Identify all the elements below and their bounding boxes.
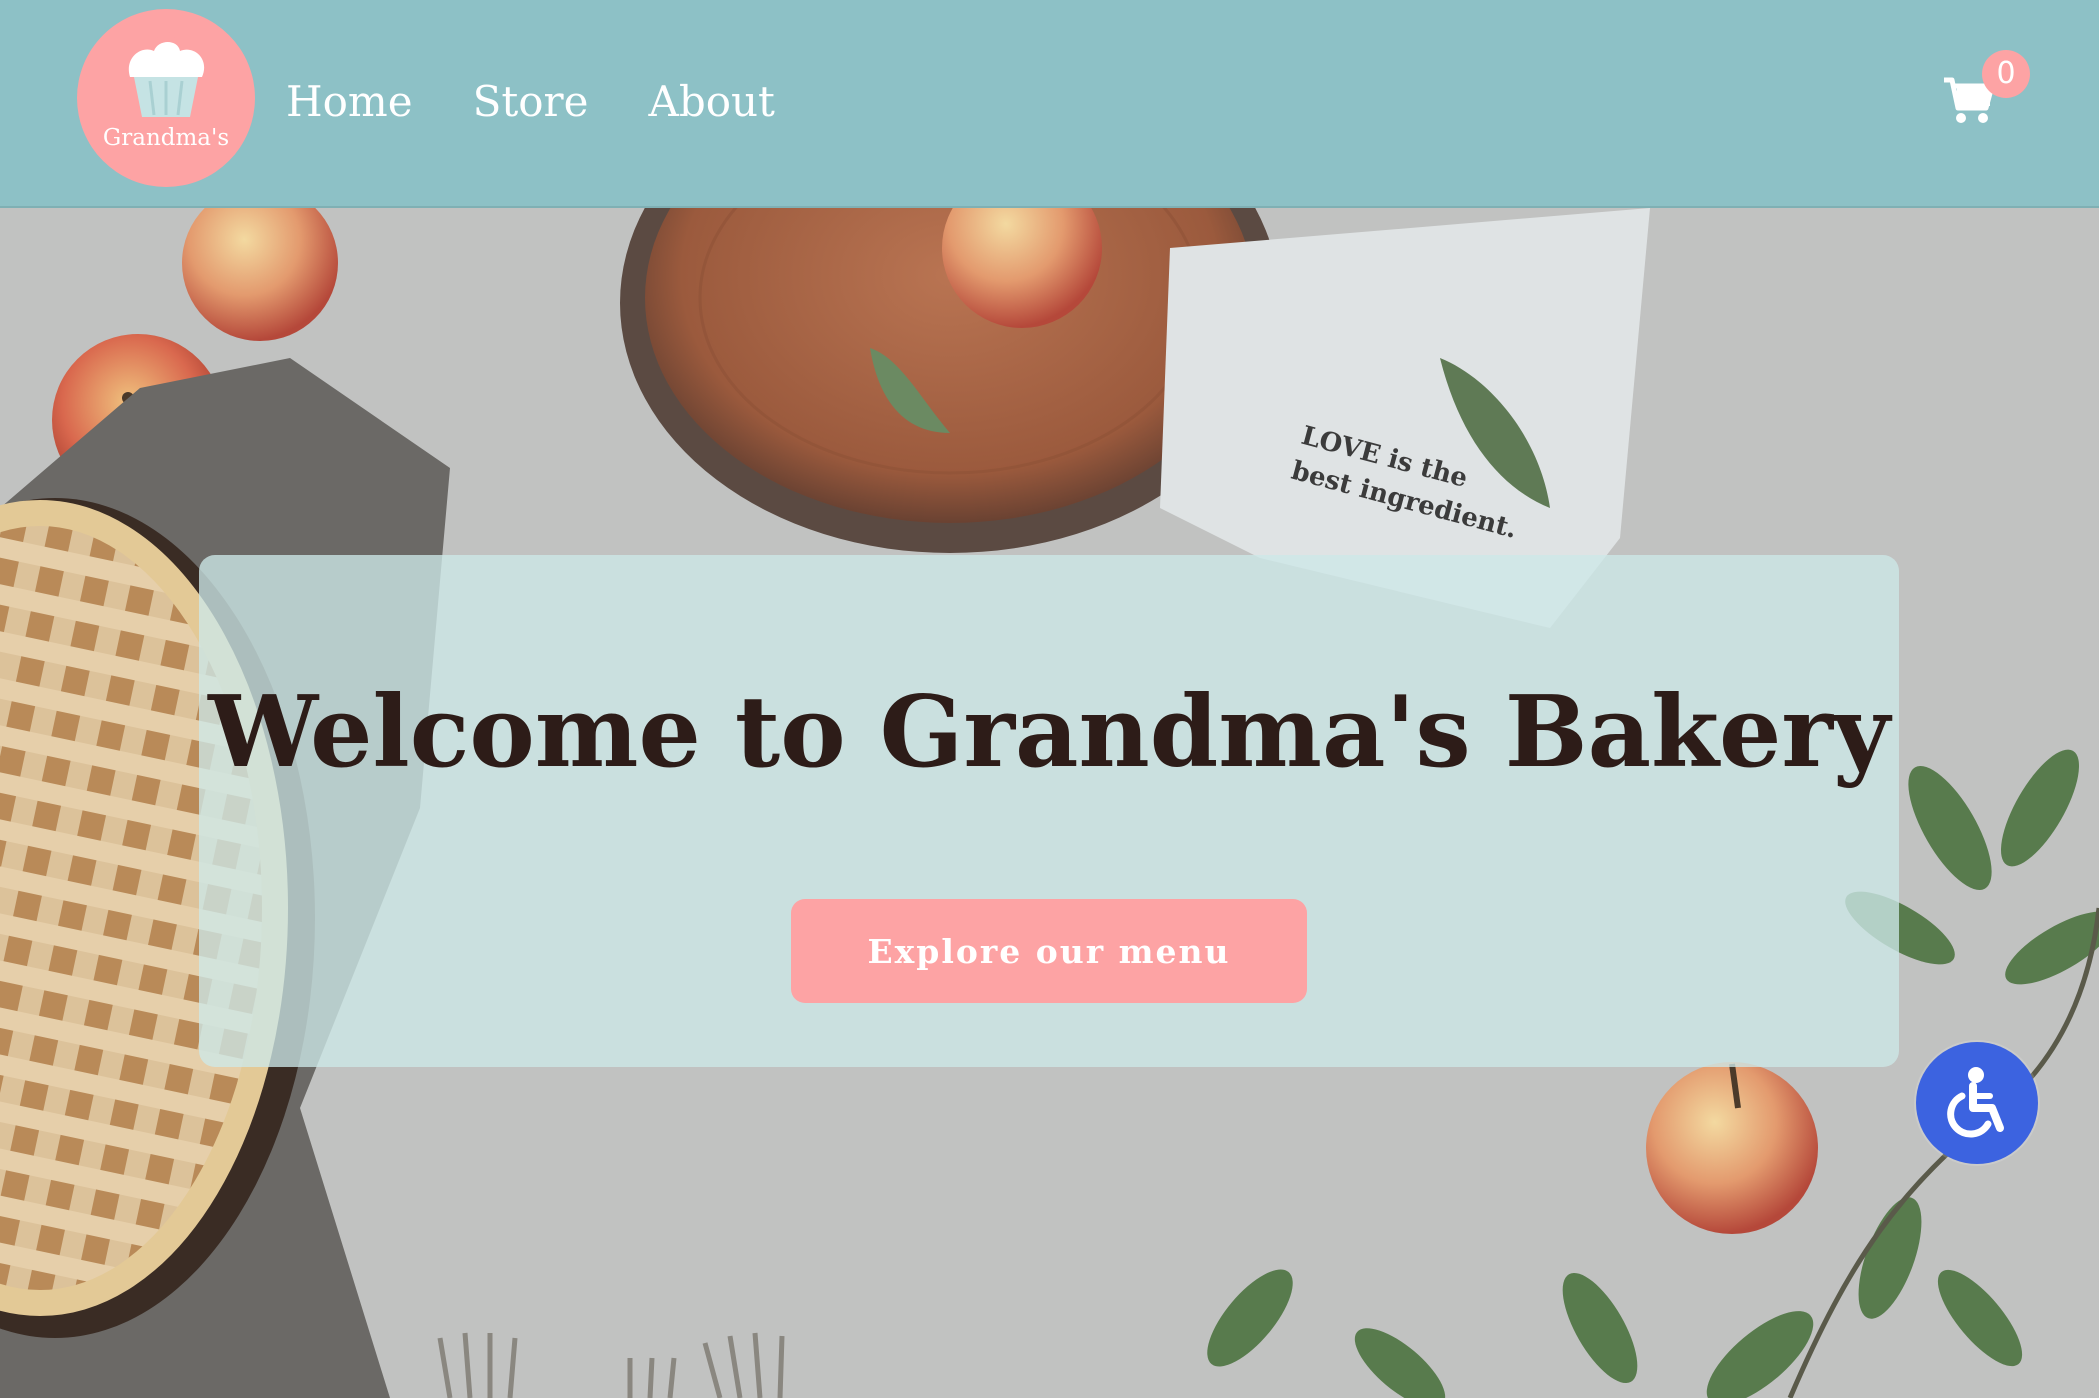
welcome-title: Welcome to Grandma's Bakery: [208, 675, 1890, 790]
explore-menu-button[interactable]: Explore our menu: [791, 899, 1307, 1003]
logo-link[interactable]: Grandma's: [77, 9, 255, 187]
nav-about-link[interactable]: About: [648, 74, 774, 130]
cart-count-badge: 0: [1982, 50, 2030, 98]
navbar: Grandma's Home Store About 0: [0, 0, 2099, 208]
wheelchair-icon: [1947, 1067, 2004, 1138]
nav-store-link[interactable]: Store: [473, 74, 589, 130]
welcome-card: Welcome to Grandma's Bakery Explore our …: [199, 555, 1899, 1067]
logo-text: Grandma's: [102, 125, 230, 151]
main-nav: Home Store About: [286, 74, 775, 130]
accessibility-button[interactable]: [1916, 1042, 2038, 1164]
cupcake-icon: [128, 32, 205, 117]
nav-home-link[interactable]: Home: [286, 74, 413, 130]
